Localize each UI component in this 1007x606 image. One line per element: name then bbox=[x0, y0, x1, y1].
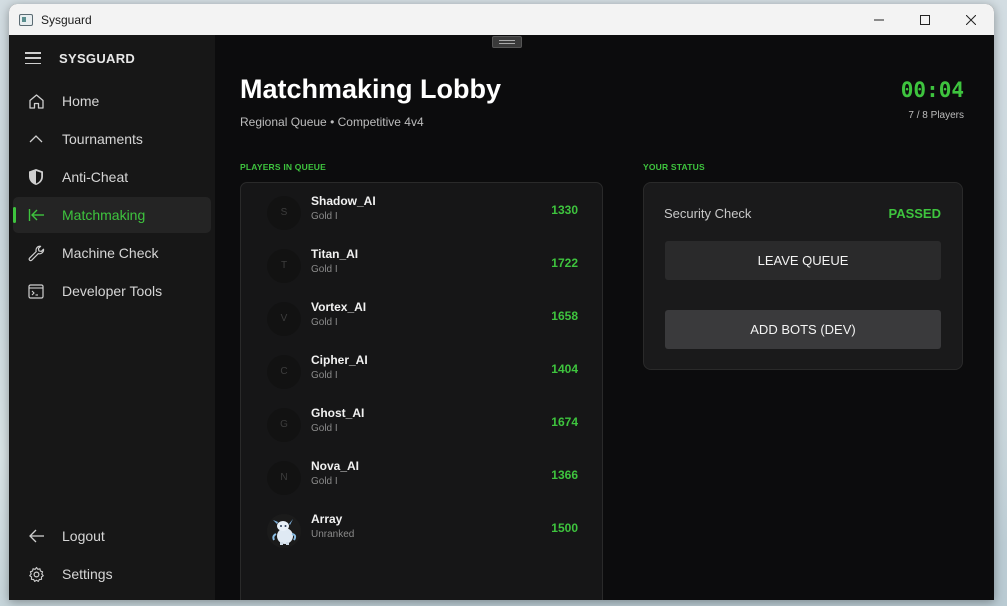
page-subtitle: Regional Queue • Competitive 4v4 bbox=[240, 115, 424, 129]
player-score: 1404 bbox=[551, 362, 578, 376]
main-content: Matchmaking Lobby Regional Queue • Compe… bbox=[215, 35, 994, 600]
player-name: Ghost_AI bbox=[311, 406, 365, 420]
close-icon bbox=[966, 14, 976, 25]
player-rank: Gold I bbox=[311, 370, 338, 381]
player-row[interactable]: G Ghost_AI Gold I 1674 bbox=[241, 398, 602, 451]
avatar: G bbox=[267, 407, 301, 442]
shield-icon bbox=[26, 167, 46, 187]
player-rank: Gold I bbox=[311, 211, 338, 222]
player-row[interactable]: T Titan_AI Gold I 1722 bbox=[241, 239, 602, 292]
home-icon bbox=[26, 91, 46, 111]
avatar: S bbox=[267, 195, 301, 230]
player-name: Nova_AI bbox=[311, 459, 360, 473]
wrench-icon bbox=[26, 243, 46, 263]
player-score: 1330 bbox=[551, 203, 578, 217]
page-title: Matchmaking Lobby bbox=[240, 74, 502, 104]
player-rank: Gold I bbox=[311, 476, 338, 487]
drag-handle[interactable] bbox=[492, 36, 522, 48]
player-name: Shadow_AI bbox=[311, 194, 376, 208]
queue-panel: S Shadow_AI Gold I 1330 T Titan_AI Gold … bbox=[240, 182, 603, 600]
gear-icon bbox=[26, 564, 46, 584]
minimize-button[interactable] bbox=[856, 4, 902, 35]
close-button[interactable] bbox=[948, 4, 994, 35]
sidebar-item-label: Settings bbox=[62, 566, 113, 582]
maximize-icon bbox=[920, 14, 930, 25]
status-section-label: YOUR STATUS bbox=[643, 162, 705, 172]
player-row[interactable]: S Shadow_AI Gold I 1330 bbox=[241, 186, 602, 239]
status-panel: Security Check PASSED LEAVE QUEUE ADD BO… bbox=[643, 182, 963, 370]
avatar: N bbox=[267, 460, 301, 495]
sidebar-item-label: Anti-Cheat bbox=[62, 169, 129, 185]
avatar-image bbox=[267, 513, 301, 548]
sidebar-item-label: Machine Check bbox=[62, 245, 159, 261]
queue-section-label: PLAYERS IN QUEUE bbox=[240, 162, 327, 172]
player-score: 1366 bbox=[551, 468, 578, 482]
player-score: 1500 bbox=[551, 521, 578, 535]
player-rank: Gold I bbox=[311, 423, 338, 434]
arrow-left-bar-icon bbox=[26, 205, 46, 225]
sidebar-item-label: Tournaments bbox=[62, 131, 143, 147]
queue-timer: 00:04 bbox=[900, 78, 964, 102]
player-score: 1722 bbox=[551, 256, 578, 270]
app-window: Sysguard SYSGUARD Home Tournaments Anti-… bbox=[9, 4, 994, 600]
security-check-status: PASSED bbox=[888, 206, 942, 221]
sidebar-item-anti-cheat[interactable]: Anti-Cheat bbox=[13, 159, 211, 195]
maximize-button[interactable] bbox=[902, 4, 948, 35]
sidebar-item-label: Developer Tools bbox=[62, 283, 163, 299]
chevron-up-icon bbox=[26, 129, 46, 149]
avatar: V bbox=[267, 301, 301, 336]
sidebar-item-home[interactable]: Home bbox=[13, 83, 211, 119]
window-controls bbox=[856, 4, 994, 35]
player-score: 1674 bbox=[551, 415, 578, 429]
player-name: Titan_AI bbox=[311, 247, 359, 261]
player-score: 1658 bbox=[551, 309, 578, 323]
leave-queue-button[interactable]: LEAVE QUEUE bbox=[665, 241, 941, 280]
player-rank: Gold I bbox=[311, 317, 338, 328]
sidebar-item-settings[interactable]: Settings bbox=[13, 556, 211, 592]
player-row[interactable]: V Vortex_AI Gold I 1658 bbox=[241, 292, 602, 345]
players-count: 7 / 8 Players bbox=[908, 110, 964, 121]
window-title: Sysguard bbox=[41, 12, 92, 27]
player-row[interactable]: Array Unranked 1500 bbox=[241, 504, 602, 557]
sidebar-item-logout[interactable]: Logout bbox=[13, 518, 211, 554]
arrow-left-icon bbox=[26, 526, 46, 546]
add-bots-button[interactable]: ADD BOTS (DEV) bbox=[665, 310, 941, 349]
avatar: T bbox=[267, 248, 301, 283]
sidebar-footer: Logout Settings bbox=[9, 516, 215, 594]
player-row[interactable]: N Nova_AI Gold I 1366 bbox=[241, 451, 602, 504]
sidebar-header: SYSGUARD bbox=[9, 35, 215, 81]
player-name: Array bbox=[311, 512, 343, 526]
sidebar-item-machine-check[interactable]: Machine Check bbox=[13, 235, 211, 271]
sidebar-item-label: Matchmaking bbox=[62, 207, 146, 223]
player-name: Vortex_AI bbox=[311, 300, 367, 314]
brand-label: SYSGUARD bbox=[59, 50, 136, 66]
minimize-icon bbox=[874, 19, 884, 20]
mascot-avatar-icon bbox=[267, 513, 301, 548]
player-name: Cipher_AI bbox=[311, 353, 368, 367]
sidebar-item-developer-tools[interactable]: Developer Tools bbox=[13, 273, 211, 309]
app-body: SYSGUARD Home Tournaments Anti-Cheat Mat… bbox=[9, 35, 994, 600]
sidebar: SYSGUARD Home Tournaments Anti-Cheat Mat… bbox=[9, 35, 215, 600]
title-bar[interactable]: Sysguard bbox=[9, 4, 994, 35]
hamburger-menu-icon[interactable] bbox=[25, 52, 41, 64]
security-check-label: Security Check bbox=[664, 206, 752, 221]
player-rank: Gold I bbox=[311, 264, 338, 275]
sidebar-item-label: Home bbox=[62, 93, 100, 109]
sidebar-item-tournaments[interactable]: Tournaments bbox=[13, 121, 211, 157]
sidebar-item-label: Logout bbox=[62, 528, 105, 544]
player-row[interactable]: C Cipher_AI Gold I 1404 bbox=[241, 345, 602, 398]
player-rank: Unranked bbox=[311, 529, 355, 540]
app-icon bbox=[19, 13, 33, 26]
terminal-icon bbox=[26, 281, 46, 301]
sidebar-nav: Home Tournaments Anti-Cheat Matchmaking … bbox=[9, 83, 215, 309]
sidebar-item-matchmaking[interactable]: Matchmaking bbox=[13, 197, 211, 233]
avatar: C bbox=[267, 354, 301, 389]
